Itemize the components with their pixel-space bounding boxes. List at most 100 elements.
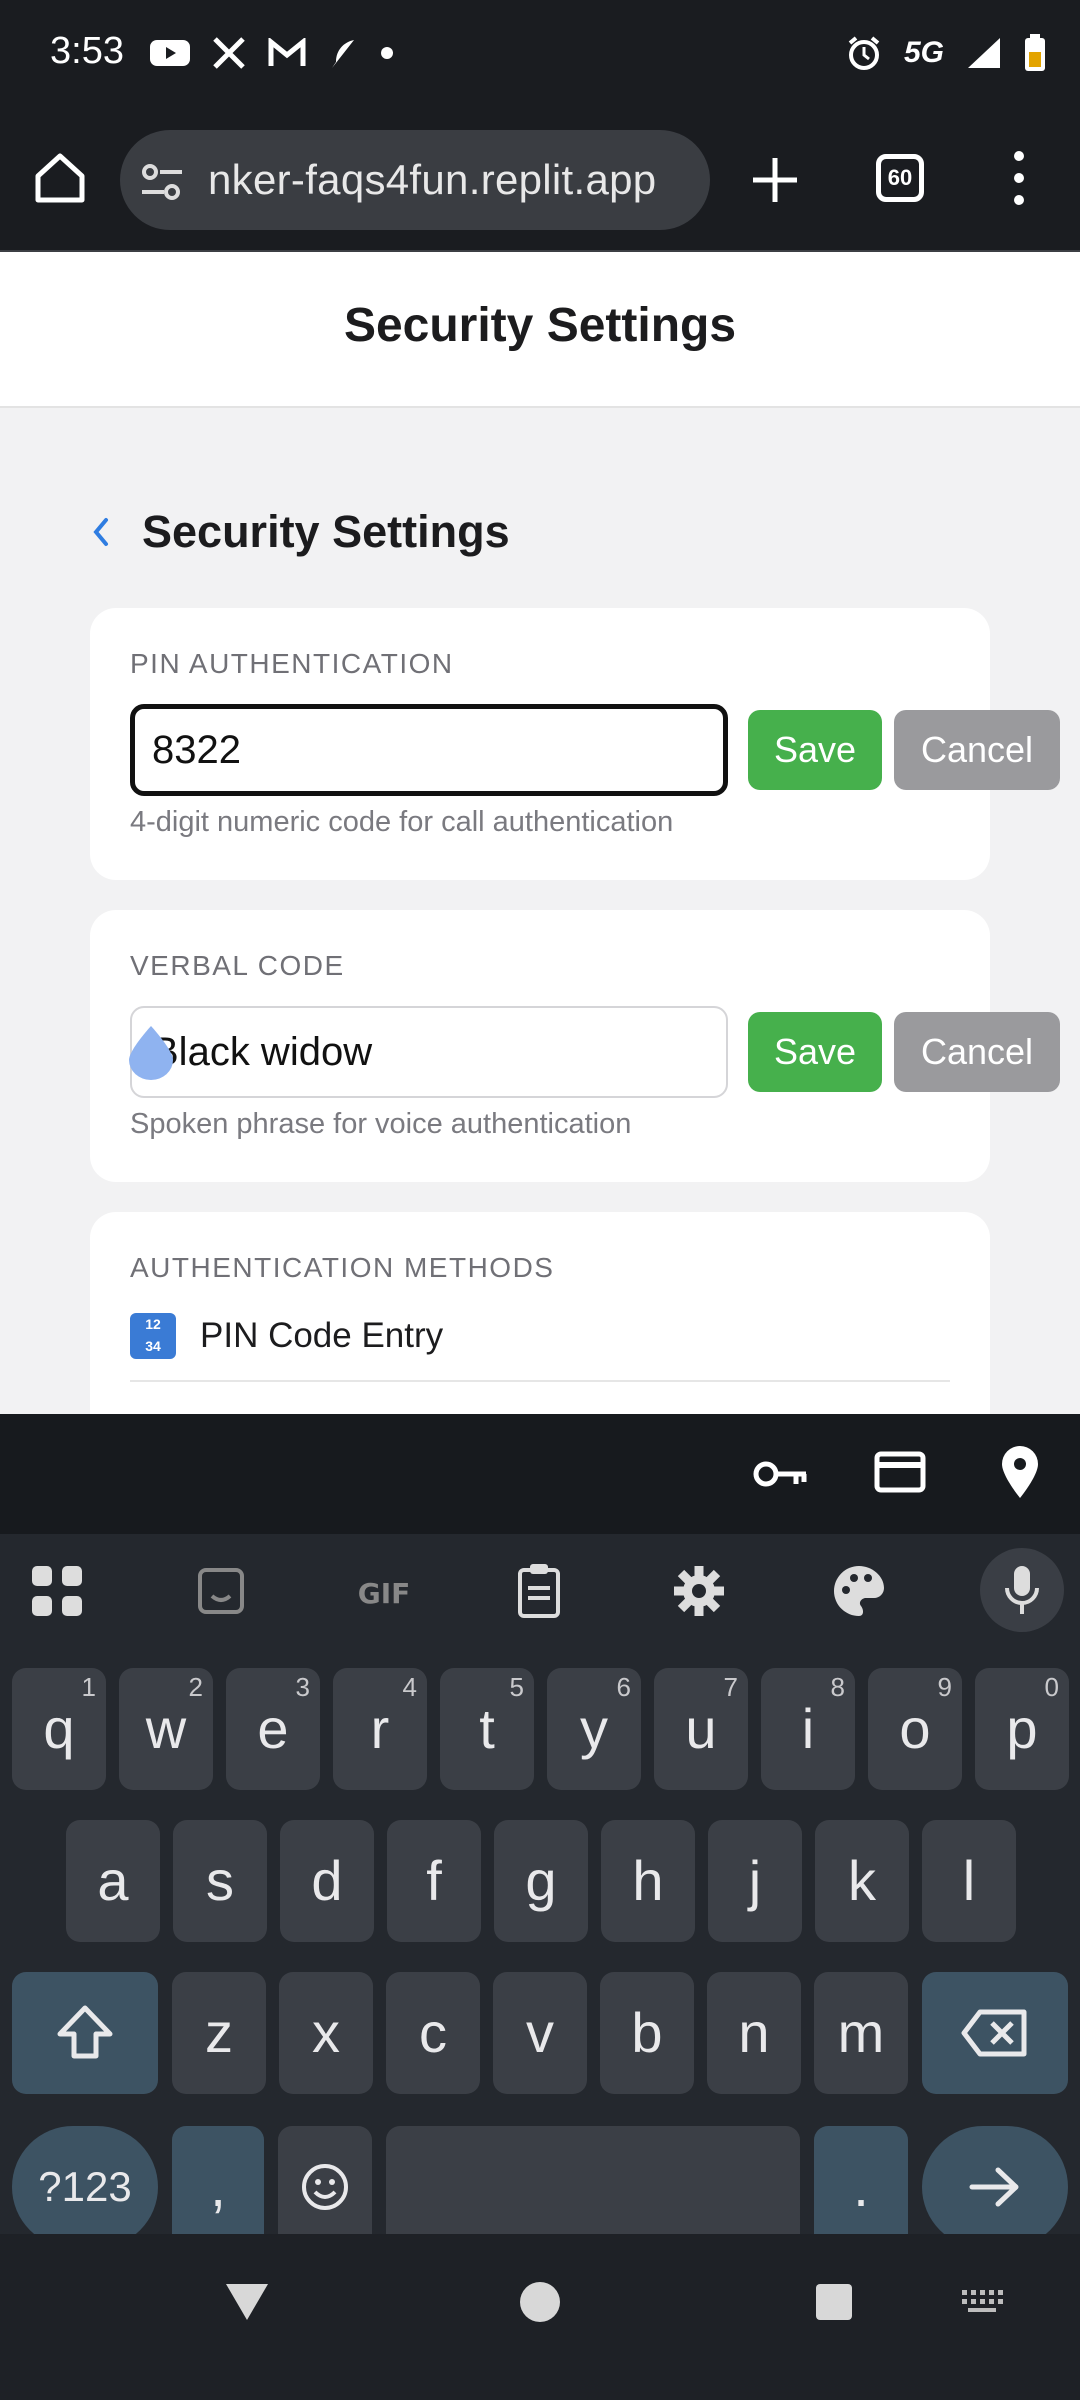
key-m[interactable]: m: [814, 1972, 908, 2094]
key-number: 6: [616, 1672, 631, 1702]
key-b[interactable]: b: [600, 1972, 694, 2094]
key-letter: t: [479, 1697, 495, 1760]
settings-gear-icon[interactable]: [664, 1556, 734, 1626]
key-number: 2: [188, 1672, 203, 1702]
verbal-input[interactable]: Black widow: [130, 1006, 728, 1098]
key-number: 9: [937, 1672, 952, 1702]
tab-switcher-button[interactable]: 60: [876, 154, 924, 202]
back-nav-icon[interactable]: [222, 2280, 272, 2324]
key-number: 3: [295, 1672, 310, 1702]
home-icon[interactable]: [30, 148, 90, 208]
shift-icon: [57, 2005, 113, 2059]
key-h[interactable]: h: [601, 1820, 695, 1942]
mic-button[interactable]: [980, 1548, 1064, 1632]
back-chevron-icon[interactable]: [86, 512, 116, 552]
emoji-key[interactable]: [278, 2126, 372, 2248]
key-o[interactable]: o9: [868, 1668, 962, 1790]
signal-icon: [968, 38, 1000, 68]
section-title: Security Settings: [142, 506, 510, 557]
key-v[interactable]: v: [493, 1972, 587, 2094]
pin-cancel-button[interactable]: Cancel: [894, 710, 1060, 790]
apps-grid-icon[interactable]: [22, 1556, 92, 1626]
autofill-strip: [0, 1414, 1080, 1534]
key-i[interactable]: i8: [761, 1668, 855, 1790]
section-title-row: Security Settings: [86, 502, 510, 562]
symbols-key[interactable]: ?123: [12, 2126, 158, 2248]
verbal-hint: Spoken phrase for voice authentication: [130, 1108, 632, 1140]
home-nav-icon[interactable]: [518, 2280, 562, 2324]
address-bar[interactable]: nker-faqs4fun.replit.app: [120, 130, 710, 230]
clipboard-icon[interactable]: [504, 1556, 574, 1626]
key-w[interactable]: w2: [119, 1668, 213, 1790]
dot-icon: [381, 47, 393, 59]
key-f[interactable]: f: [387, 1820, 481, 1942]
comma-key[interactable]: ,: [172, 2126, 264, 2248]
backspace-key[interactable]: [922, 1972, 1068, 2094]
key-n[interactable]: n: [707, 1972, 801, 2094]
page-title: Security Settings: [343, 299, 737, 352]
key-s[interactable]: s: [173, 1820, 267, 1942]
key-g[interactable]: g: [494, 1820, 588, 1942]
keyboard-toolbar: GIF: [0, 1534, 1080, 1644]
enter-key[interactable]: [922, 2126, 1068, 2248]
key-r[interactable]: r4: [333, 1668, 427, 1790]
key-d[interactable]: d: [280, 1820, 374, 1942]
shift-key[interactable]: [12, 1972, 158, 2094]
key-x[interactable]: x: [279, 1972, 373, 2094]
period-key[interactable]: .: [814, 2126, 908, 2248]
status-time: 3:53: [50, 30, 124, 72]
screen: 3:53 5G nker-faqs4fun.replit.app 60 Secu…: [0, 0, 1080, 2400]
key-l[interactable]: l: [922, 1820, 1016, 1942]
recents-nav-icon[interactable]: [814, 2282, 854, 2322]
more-menu-icon[interactable]: [1002, 148, 1036, 208]
gmail-icon: [268, 38, 306, 66]
pin-card: PIN AUTHENTICATION 8322 Save Cancel 4-di…: [90, 608, 1060, 880]
location-icon[interactable]: [998, 1444, 1042, 1500]
site-settings-icon[interactable]: [140, 162, 184, 202]
key-z[interactable]: z: [172, 1972, 266, 2094]
system-icons: 5G: [846, 30, 1046, 76]
key-y[interactable]: y6: [547, 1668, 641, 1790]
new-tab-icon[interactable]: [745, 150, 805, 210]
key-number: 0: [1044, 1672, 1059, 1702]
key-number: 1: [81, 1672, 96, 1702]
key-e[interactable]: e3: [226, 1668, 320, 1790]
key-number: 4: [402, 1672, 417, 1702]
mic-icon: [1005, 1566, 1039, 1614]
verbal-save-button[interactable]: Save: [748, 1012, 882, 1092]
space-key[interactable]: [386, 2126, 800, 2248]
keyboard-switch-icon[interactable]: [960, 2288, 1004, 2314]
browser-toolbar: nker-faqs4fun.replit.app 60: [0, 110, 1080, 252]
pin-hint: 4-digit numeric code for call authentica…: [130, 806, 674, 838]
emoji-icon: [302, 2164, 348, 2210]
notification-icons: [150, 30, 394, 76]
pin-input[interactable]: 8322: [130, 704, 728, 796]
divider: [130, 1380, 950, 1382]
key-a[interactable]: a: [66, 1820, 160, 1942]
web-page: Security Settings Security Settings PIN …: [0, 252, 1080, 1414]
gif-icon[interactable]: GIF: [344, 1556, 424, 1626]
key-letter: p: [1006, 1697, 1038, 1760]
verbal-cancel-button[interactable]: Cancel: [894, 1012, 1060, 1092]
text-cursor-handle[interactable]: [126, 1024, 176, 1080]
sticker-icon[interactable]: [186, 1556, 256, 1626]
key-icon[interactable]: [752, 1450, 810, 1498]
key-letter: o: [899, 1697, 931, 1760]
key-k[interactable]: k: [815, 1820, 909, 1942]
key-u[interactable]: u7: [654, 1668, 748, 1790]
pin-save-button[interactable]: Save: [748, 710, 882, 790]
key-number: 5: [509, 1672, 524, 1702]
key-c[interactable]: c: [386, 1972, 480, 2094]
card-icon[interactable]: [874, 1450, 926, 1494]
key-p[interactable]: p0: [975, 1668, 1069, 1790]
method-item-pin[interactable]: 12 34 PIN Code Entry: [130, 1298, 950, 1374]
key-t[interactable]: t5: [440, 1668, 534, 1790]
key-q[interactable]: q1: [12, 1668, 106, 1790]
palette-icon[interactable]: [824, 1556, 894, 1626]
network-label: 5G: [903, 36, 944, 69]
url-text: nker-faqs4fun.replit.app: [208, 156, 657, 203]
key-letter: q: [43, 1697, 75, 1760]
key-j[interactable]: j: [708, 1820, 802, 1942]
arrow-right-icon: [969, 2167, 1019, 2207]
numbers-icon: 12 34: [130, 1313, 176, 1359]
